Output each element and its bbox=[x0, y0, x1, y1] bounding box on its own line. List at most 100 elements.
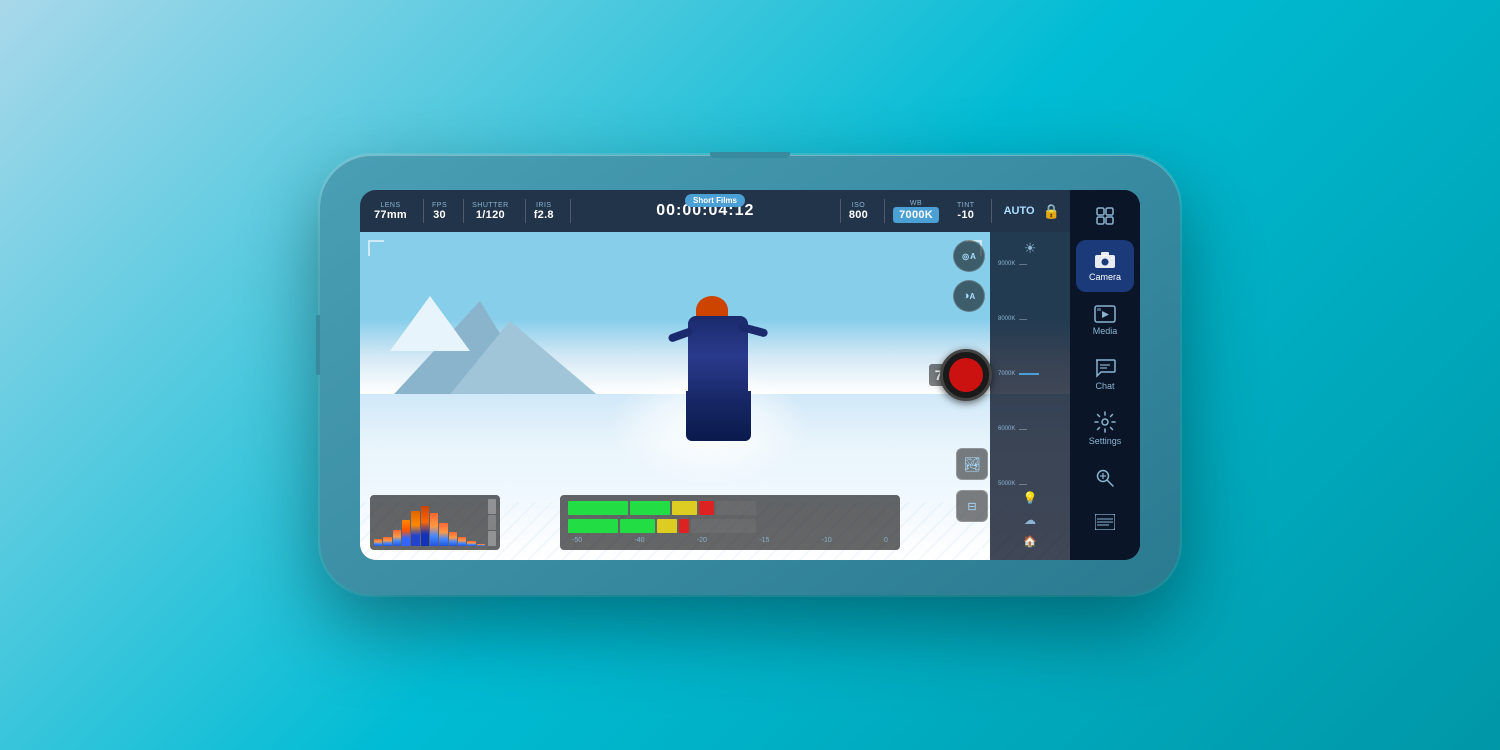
lens-value: 77mm bbox=[374, 209, 407, 221]
fps-value: 30 bbox=[433, 209, 446, 221]
wb-indoor-icon: 🏠 bbox=[1023, 535, 1037, 548]
hist-bar-5 bbox=[411, 511, 419, 546]
hud-bar: Short Films LENS 77mm FPS 30 SHUTTER 1/1… bbox=[360, 190, 1070, 232]
settings-icon bbox=[1094, 411, 1116, 433]
settings-tab-label: Settings bbox=[1089, 436, 1122, 446]
zoom-icon bbox=[1095, 468, 1115, 488]
lens-label: LENS bbox=[380, 202, 400, 209]
record-button-container[interactable] bbox=[940, 349, 992, 401]
sidebar-item-camera[interactable]: Camera bbox=[1076, 240, 1134, 292]
audio-yellow-2 bbox=[657, 519, 677, 533]
wb-tick-label-5000: 5000K bbox=[998, 481, 1015, 487]
shutter-value: 1/120 bbox=[476, 209, 505, 221]
wb-tick-label-9000: 9000K bbox=[998, 261, 1015, 267]
caption-button-area: ⊟ bbox=[956, 490, 988, 522]
hist-bar-6 bbox=[421, 506, 429, 546]
phone-screen: Short Films LENS 77mm FPS 30 SHUTTER 1/1… bbox=[360, 190, 1140, 560]
wb-tick-line-6000 bbox=[1019, 429, 1027, 430]
hist-zebra bbox=[488, 499, 496, 546]
divider-5 bbox=[840, 199, 841, 223]
record-button[interactable] bbox=[940, 349, 992, 401]
focus-circle-icon: ◎ bbox=[962, 252, 969, 261]
audio-label-10: -10 bbox=[822, 537, 832, 544]
wb-tick-label-6000: 6000K bbox=[998, 426, 1015, 432]
camera-tab-label: Camera bbox=[1089, 272, 1121, 282]
app-sidebar: Camera Media Chat bbox=[1070, 190, 1140, 560]
wb-value[interactable]: 7000K bbox=[893, 207, 939, 223]
auto-label[interactable]: AUTO bbox=[1004, 205, 1035, 217]
hist-bar-9 bbox=[449, 532, 457, 546]
skier bbox=[658, 296, 778, 456]
wb-tick-9000: 9000K bbox=[998, 261, 1027, 267]
right-quick-controls: ◎ A ◑ A bbox=[953, 240, 985, 312]
audio-label-40: -40 bbox=[634, 537, 644, 544]
frame-corner-tl bbox=[368, 240, 384, 256]
wb-tick-7000: 7000K bbox=[998, 371, 1039, 377]
chat-tab-label: Chat bbox=[1095, 381, 1114, 391]
wb-tick-5000: 5000K bbox=[998, 481, 1027, 487]
audio-red-2 bbox=[679, 519, 689, 533]
audio-label-20: -20 bbox=[697, 537, 707, 544]
phone-top-button bbox=[710, 152, 790, 158]
caption-button[interactable]: ⊟ bbox=[956, 490, 988, 522]
hist-bar-7 bbox=[430, 513, 438, 546]
hist-bar-1 bbox=[374, 539, 382, 546]
iso-label: ISO bbox=[852, 202, 866, 209]
tint-param: TINT -10 bbox=[957, 202, 975, 221]
audio-empty-2 bbox=[691, 519, 756, 533]
audio-yellow-1 bbox=[672, 501, 697, 515]
hist-bar-2 bbox=[383, 537, 391, 546]
wb-tick-6000: 6000K bbox=[998, 426, 1027, 432]
view-toggle-button[interactable] bbox=[1083, 198, 1127, 234]
histogram-panel bbox=[370, 495, 500, 550]
shutter-label: SHUTTER bbox=[472, 202, 509, 209]
wb-tick-active-line bbox=[1019, 373, 1039, 375]
media-icon bbox=[1094, 305, 1116, 323]
audio-empty-1 bbox=[716, 501, 756, 515]
fps-param: FPS 30 bbox=[432, 202, 447, 221]
audio-scale-labels: -50 -40 -20 -15 -10 0 bbox=[568, 537, 892, 544]
audio-channel-1 bbox=[568, 501, 892, 515]
chat-icon bbox=[1094, 358, 1116, 378]
list-icon bbox=[1095, 514, 1115, 530]
wb-scale-panel: ☀ 9000K 8000K 7000K bbox=[990, 232, 1070, 560]
iso-param: ISO 800 bbox=[849, 202, 868, 221]
tint-label: TINT bbox=[957, 202, 975, 209]
audio-label-50: -50 bbox=[572, 537, 582, 544]
divider-4 bbox=[570, 199, 571, 223]
iris-label: IRIS bbox=[536, 202, 552, 209]
sidebar-item-chat[interactable]: Chat bbox=[1076, 348, 1134, 400]
sidebar-item-media[interactable]: Media bbox=[1076, 294, 1134, 346]
iso-value: 800 bbox=[849, 209, 868, 221]
iris-param: IRIS f2.8 bbox=[534, 202, 554, 221]
wb-tick-line-9000 bbox=[1019, 264, 1027, 265]
wb-tick-8000: 8000K bbox=[998, 316, 1027, 322]
exposure-a-label: A bbox=[969, 292, 975, 301]
tint-value: -10 bbox=[957, 209, 974, 221]
wb-tick-line-5000 bbox=[1019, 484, 1027, 485]
wb-param: WB 7000K bbox=[893, 200, 939, 223]
phone-frame: Short Films LENS 77mm FPS 30 SHUTTER 1/1… bbox=[320, 155, 1180, 595]
divider-3 bbox=[525, 199, 526, 223]
sidebar-item-settings[interactable]: Settings bbox=[1076, 402, 1134, 454]
subtitle-list-button[interactable] bbox=[1087, 504, 1123, 540]
divider-6 bbox=[884, 199, 885, 223]
shutter-param: SHUTTER 1/120 bbox=[472, 202, 509, 221]
audio-label-15: -15 bbox=[759, 537, 769, 544]
divider-7 bbox=[991, 199, 992, 223]
hist-bar-3 bbox=[393, 530, 401, 546]
divider-1 bbox=[423, 199, 424, 223]
audio-green-1 bbox=[568, 501, 628, 515]
wb-temperature-scale: 9000K 8000K 7000K 6000K bbox=[990, 261, 1070, 487]
audio-channel-2 bbox=[568, 519, 892, 533]
camera-viewfinder: Short Films LENS 77mm FPS 30 SHUTTER 1/1… bbox=[360, 190, 1070, 560]
preset-label[interactable]: Short Films bbox=[685, 194, 745, 207]
exposure-button[interactable]: ◑ A bbox=[953, 280, 985, 312]
frame-corner-br bbox=[966, 536, 982, 552]
extra-controls bbox=[1087, 460, 1123, 540]
audio-red-1 bbox=[699, 501, 714, 515]
zoom-search-button[interactable] bbox=[1087, 460, 1123, 496]
hist-bar-12 bbox=[477, 544, 485, 546]
scene-button[interactable]: 🏞 bbox=[956, 448, 988, 480]
focus-af-button[interactable]: ◎ A bbox=[953, 240, 985, 272]
